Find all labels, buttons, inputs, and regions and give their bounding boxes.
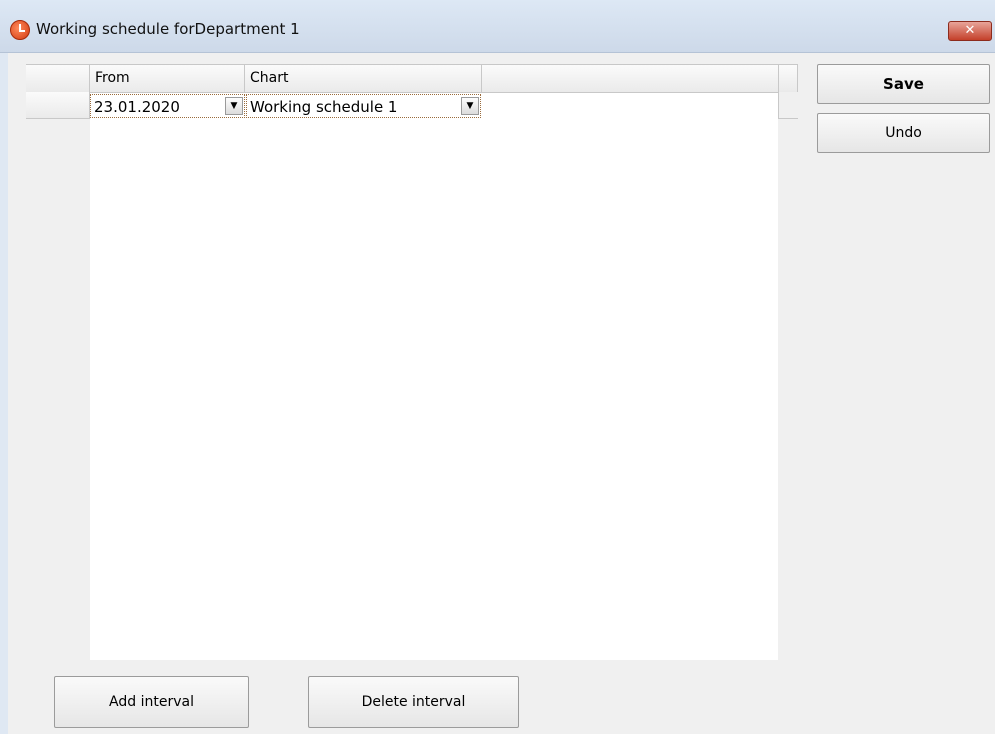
grid-header: From Chart <box>26 64 798 93</box>
row-end-cell <box>778 92 798 119</box>
save-button[interactable]: Save <box>817 64 990 104</box>
column-header-chart[interactable]: Chart <box>245 65 482 92</box>
from-date-dropdown[interactable]: 23.01.2020 ▼ <box>90 94 245 118</box>
chart-dropdown[interactable]: Working schedule 1 ▼ <box>246 94 481 118</box>
close-icon: ✕ <box>964 23 976 38</box>
chevron-down-icon[interactable]: ▼ <box>461 97 479 115</box>
clock-icon <box>10 20 30 40</box>
close-button[interactable]: ✕ <box>948 21 992 41</box>
schedule-window: Working schedule forDepartment 1 ✕ From … <box>0 0 995 734</box>
chevron-down-icon[interactable]: ▼ <box>225 97 243 115</box>
grid-body[interactable] <box>90 92 778 660</box>
add-interval-button[interactable]: Add interval <box>54 676 249 728</box>
window-frame-left <box>0 52 8 734</box>
undo-button[interactable]: Undo <box>817 113 990 153</box>
window-title: Working schedule forDepartment 1 <box>36 20 300 38</box>
row-indicator-header <box>26 65 90 92</box>
column-header-from[interactable]: From <box>90 65 245 92</box>
row-indicator[interactable] <box>26 92 90 119</box>
header-scroll-corner <box>778 65 798 92</box>
chart-value: Working schedule 1 <box>250 98 398 116</box>
delete-interval-button[interactable]: Delete interval <box>308 676 519 728</box>
title-bar[interactable]: Working schedule forDepartment 1 ✕ <box>0 0 995 53</box>
from-date-value: 23.01.2020 <box>94 98 180 116</box>
